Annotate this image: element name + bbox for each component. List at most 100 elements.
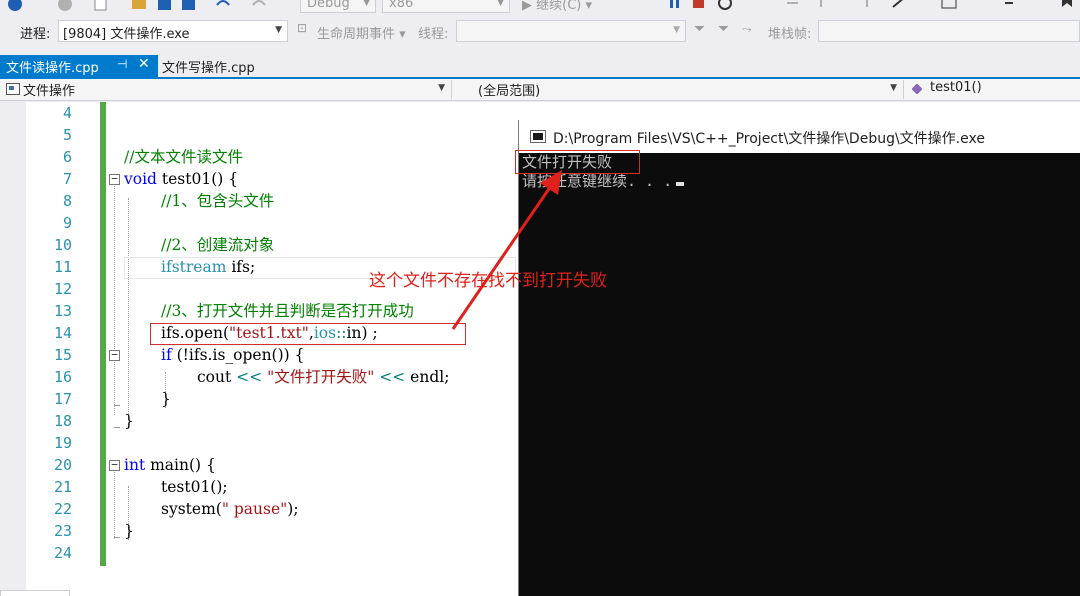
line-number: 15 — [53, 346, 72, 364]
break-all-icon[interactable] — [668, 0, 682, 13]
debug-location-toolbar: 进程: [9804] 文件操作.exe ▼ ⊡ 生命周期事件 ▾ 线程: ▼ ⏷… — [0, 17, 1080, 45]
stop-debugging-icon[interactable] — [692, 0, 706, 13]
comment-icon[interactable] — [1002, 0, 1020, 13]
code-line-22: system(" pause"); — [161, 500, 299, 518]
outline-end — [114, 427, 120, 428]
code-line-6: //文本文件读文件 — [124, 148, 243, 166]
chevron-down-icon: ▼ — [363, 0, 370, 8]
code-line-21: test01(); — [161, 478, 228, 496]
code-line-16: cout << "文件打开失败" << endl; — [197, 368, 450, 386]
line-number: 5 — [62, 126, 72, 144]
code-line-7: void test01() { — [124, 170, 239, 188]
hex-display-icon[interactable] — [890, 0, 908, 13]
stackframe-label: 堆栈帧: — [768, 27, 812, 42]
tab-file-write-cpp[interactable]: 文件写操作.cpp — [162, 55, 255, 77]
line-number: 9 — [62, 214, 72, 232]
thread-combo[interactable]: ▼ — [456, 20, 686, 42]
console-window[interactable]: D:\Program Files\VS\C++_Project\文件操作\Deb… — [518, 120, 1080, 596]
outline-end — [114, 405, 120, 406]
line-number: 13 — [53, 302, 72, 320]
solution-config-combo[interactable]: Debug ▼ — [300, 0, 376, 13]
code-line-18: } — [124, 412, 134, 430]
continue-button[interactable]: ▶ 继续(C) ▾ — [522, 0, 592, 13]
indent-guide — [128, 198, 129, 414]
annotation-text: 这个文件不存在找不到打开失败 — [369, 271, 607, 291]
line-number: 11 — [53, 258, 72, 276]
filter-clear-icon[interactable]: ⏷ — [718, 21, 729, 37]
filter-icon[interactable]: ⏷ — [694, 21, 705, 37]
code-line-10: //2、创建流对象 — [161, 236, 275, 254]
project-icon — [6, 83, 20, 95]
change-tracking-bar — [100, 102, 106, 566]
line-number: 12 — [53, 280, 72, 298]
standard-toolbar: Debug ▼ x86 ▼ ▶ 继续(C) ▾ — [0, 0, 1080, 16]
line-number: 16 — [53, 368, 72, 386]
bookmark-icon[interactable] — [1060, 0, 1074, 13]
code-line-15: if (!ifs.is_open()) { — [161, 346, 305, 364]
console-output[interactable]: 文件打开失败 请按任意键继续. . . — [519, 153, 1080, 596]
line-number: 14 — [53, 324, 72, 342]
code-line-8: //1、包含头文件 — [161, 192, 275, 210]
console-title-bar[interactable]: D:\Program Files\VS\C++_Project\文件操作\Deb… — [519, 120, 1080, 153]
code-line-11: ifstream ifs; — [161, 258, 256, 276]
chevron-down-icon: ▼ — [275, 25, 282, 35]
collapse-toggle[interactable]: − — [109, 459, 120, 471]
save-all-icon[interactable] — [180, 0, 198, 13]
chevron-down-icon: ▼ — [673, 25, 680, 35]
line-number: 4 — [62, 104, 72, 122]
restart-icon[interactable] — [716, 0, 734, 13]
navigation-bar: 文件操作 ▼ (全局范围) ▼ test01() — [0, 79, 1080, 101]
chevron-down-icon: ▼ — [438, 83, 445, 93]
line-number: 8 — [62, 192, 72, 210]
annotation-box-console — [515, 150, 640, 174]
console-app-icon — [530, 130, 546, 143]
line-number: 10 — [53, 236, 72, 254]
line-number: 18 — [53, 412, 72, 430]
outline-end — [114, 537, 120, 538]
scope-dropdown[interactable]: (全局范围) ▼ — [456, 80, 904, 99]
thread-label: 线程: — [418, 27, 449, 42]
open-file-icon[interactable] — [130, 0, 148, 13]
redo-icon[interactable] — [250, 0, 268, 13]
pin-icon[interactable]: ⊣ — [117, 57, 127, 71]
project-dropdown[interactable]: 文件操作 ▼ — [4, 80, 452, 99]
code-line-13: //3、打开文件并且判断是否打开成功 — [161, 302, 414, 320]
platform-combo[interactable]: x86 ▼ — [382, 0, 510, 13]
step-out-icon[interactable] — [858, 0, 876, 13]
new-item-icon[interactable] — [92, 0, 110, 13]
flag-threads-icon[interactable]: ⤳ — [742, 22, 752, 37]
status-bar-fragment — [0, 590, 70, 596]
tab-file-read-cpp[interactable]: 文件读操作.cpp ⊣ ✕ — [0, 55, 158, 77]
line-number: 21 — [53, 478, 72, 496]
undo-icon[interactable] — [214, 0, 232, 13]
line-number: 23 — [53, 522, 72, 540]
method-icon — [911, 83, 923, 95]
console-title: D:\Program Files\VS\C++_Project\文件操作\Deb… — [553, 131, 985, 147]
outline-guide — [114, 186, 115, 415]
window-layout-icon[interactable] — [940, 0, 958, 13]
back-icon[interactable] — [6, 0, 24, 13]
document-tab-bar: 文件读操作.cpp ⊣ ✕ 文件写操作.cpp — [0, 55, 1080, 77]
chevron-down-icon: ▼ — [890, 83, 897, 93]
step-over-icon[interactable] — [784, 0, 802, 13]
text-cursor — [676, 182, 685, 186]
line-number: 17 — [53, 390, 72, 408]
code-line-20: int main() { — [124, 456, 216, 474]
stackframe-combo[interactable] — [818, 20, 1080, 42]
line-number: 7 — [62, 170, 72, 188]
step-into-icon[interactable] — [812, 0, 830, 13]
member-dropdown[interactable]: test01() — [908, 80, 1080, 99]
save-icon[interactable] — [156, 0, 174, 13]
forward-icon[interactable] — [56, 0, 74, 13]
code-line-23: } — [124, 522, 134, 540]
collapse-toggle[interactable]: − — [109, 349, 120, 361]
breakpoint-gutter[interactable] — [0, 102, 26, 596]
process-label: 进程: — [20, 27, 51, 42]
line-number: 22 — [53, 500, 72, 518]
line-number: 6 — [62, 148, 72, 166]
collapse-toggle[interactable]: − — [109, 173, 120, 185]
lifecycle-events-button[interactable]: 生命周期事件 ▾ — [317, 23, 406, 42]
lifecycle-events-icon[interactable]: ⊡ — [297, 21, 307, 35]
close-icon[interactable]: ✕ — [138, 56, 150, 72]
process-combo[interactable]: [9804] 文件操作.exe ▼ — [58, 20, 288, 42]
